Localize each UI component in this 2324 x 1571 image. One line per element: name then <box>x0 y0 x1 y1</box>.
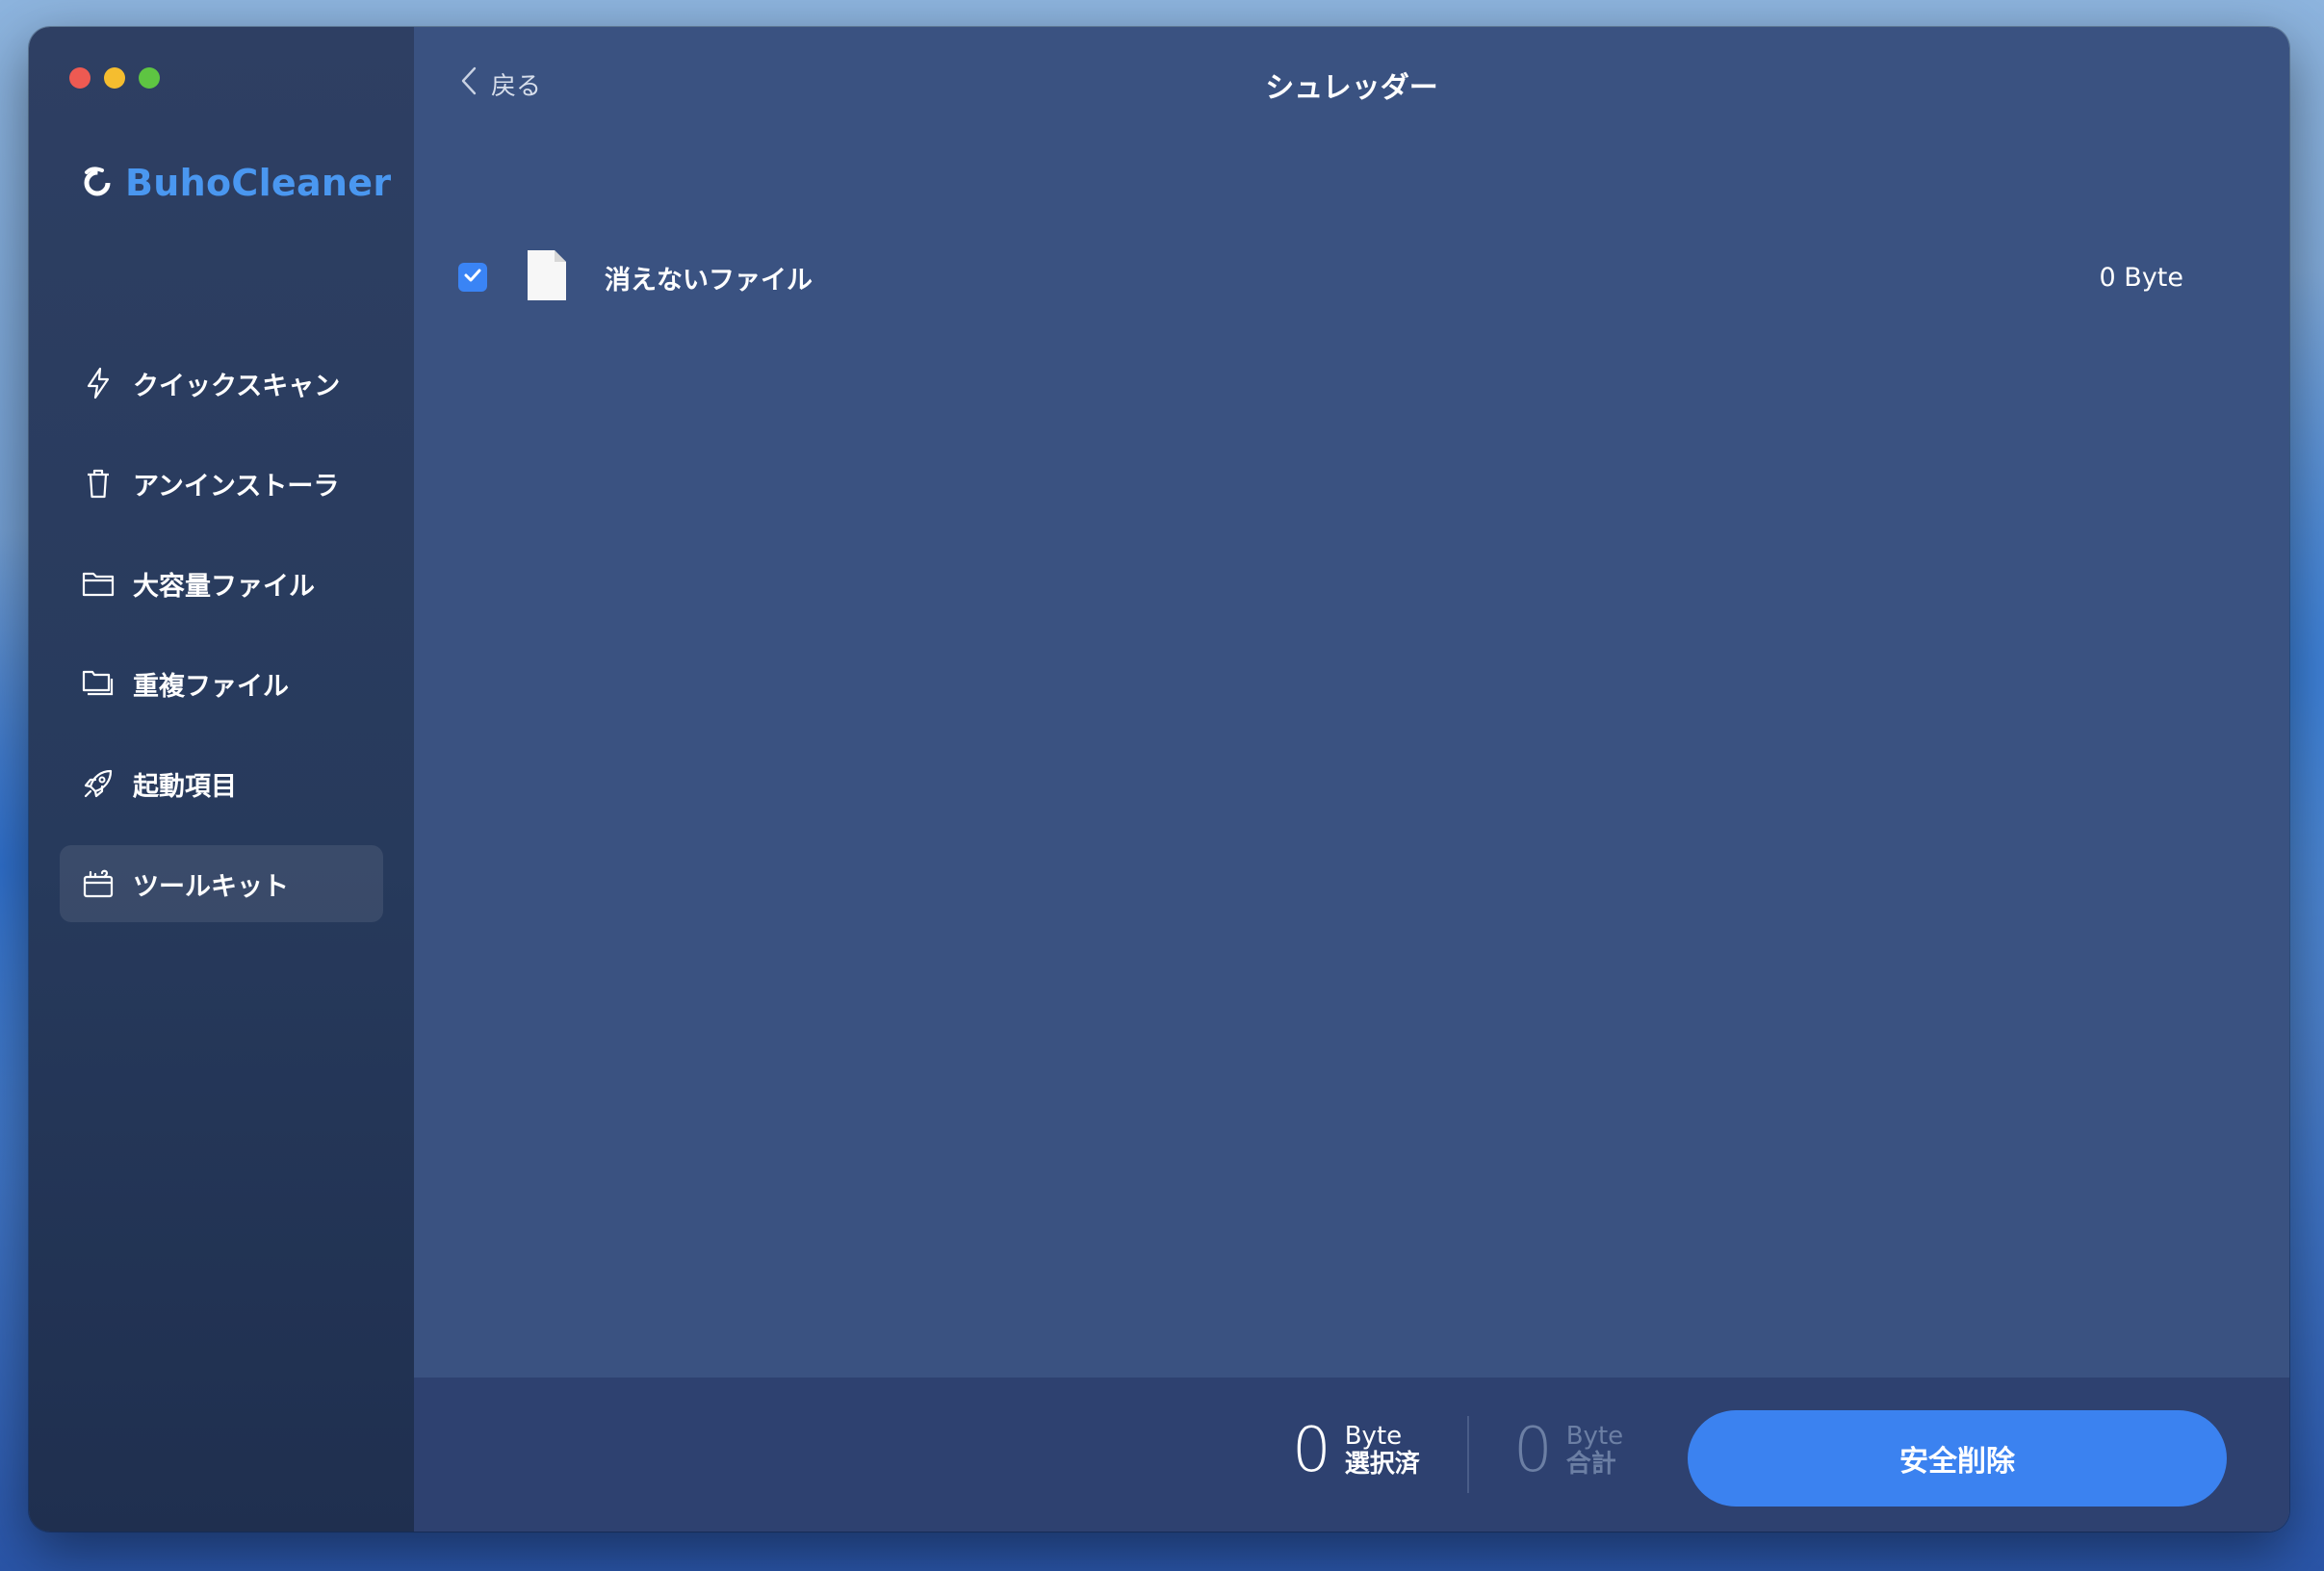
zoom-window-button[interactable] <box>139 67 160 89</box>
window-controls <box>69 67 160 89</box>
trash-icon <box>81 466 116 501</box>
sidebar-item-label: クイックスキャン <box>133 371 341 401</box>
sidebar-item-label: 大容量ファイル <box>133 571 315 602</box>
file-size: 0 Byte <box>2099 262 2183 293</box>
lightning-icon <box>81 366 116 400</box>
folder-icon <box>81 566 116 601</box>
selected-size-label: 選択済 <box>1344 1450 1420 1479</box>
selected-size-value: 0 <box>1292 1415 1331 1486</box>
footer-bar: 0 Byte 選択済 0 Byte 合計 安全削除 <box>414 1378 2289 1532</box>
rocket-icon <box>81 766 116 801</box>
sidebar-item-startup-items[interactable]: 起動項目 <box>60 745 383 822</box>
sidebar-item-large-files[interactable]: 大容量ファイル <box>60 545 383 622</box>
sidebar-item-uninstaller[interactable]: アンインストーラ <box>60 445 383 522</box>
file-checkbox[interactable] <box>458 263 487 292</box>
file-name: 消えないファイル <box>605 265 813 296</box>
selected-size-unit: Byte <box>1344 1422 1403 1452</box>
sidebar-item-label: アンインストーラ <box>133 471 340 502</box>
sidebar-item-duplicate-files[interactable]: 重複ファイル <box>60 645 383 722</box>
total-size-label: 合計 <box>1565 1450 1616 1479</box>
duplicate-folder-icon <box>81 666 116 701</box>
sidebar: BuhoCleaner クイックスキャン アンインストーラ 大容量ファイル 重複… <box>29 27 414 1532</box>
toolkit-icon <box>81 866 116 901</box>
page-title: シュレッダー <box>1265 71 1438 105</box>
sidebar-item-label: ツールキット <box>133 871 289 902</box>
list-item[interactable]: 消えないファイル 0 Byte <box>458 219 2183 335</box>
total-size: 0 Byte 合計 <box>1513 1420 1623 1481</box>
app-logo-icon <box>81 165 114 201</box>
app-window: BuhoCleaner クイックスキャン アンインストーラ 大容量ファイル 重複… <box>29 27 2289 1532</box>
sidebar-item-toolkit[interactable]: ツールキット <box>60 845 383 922</box>
brand: BuhoCleaner <box>81 162 391 204</box>
footer-divider <box>1467 1416 1469 1493</box>
checkmark-icon <box>462 265 483 290</box>
total-size-unit: Byte <box>1565 1422 1624 1452</box>
secure-delete-button[interactable]: 安全削除 <box>1688 1410 2227 1507</box>
sidebar-item-label: 起動項目 <box>133 771 237 802</box>
app-name: BuhoCleaner <box>125 162 392 204</box>
selected-size: 0 Byte 選択済 <box>1292 1420 1420 1481</box>
sidebar-nav: クイックスキャン アンインストーラ 大容量ファイル 重複ファイル 起動項目 ツー… <box>60 345 383 945</box>
document-icon <box>526 248 568 306</box>
main-panel: 戻る シュレッダー 消えないファイル 0 Byte 0 Byte 選択済 0 B… <box>414 27 2289 1532</box>
total-size-value: 0 <box>1513 1415 1553 1486</box>
close-window-button[interactable] <box>69 67 90 89</box>
minimize-window-button[interactable] <box>104 67 125 89</box>
sidebar-item-label: 重複ファイル <box>133 671 289 702</box>
sidebar-item-quick-scan[interactable]: クイックスキャン <box>60 345 383 422</box>
